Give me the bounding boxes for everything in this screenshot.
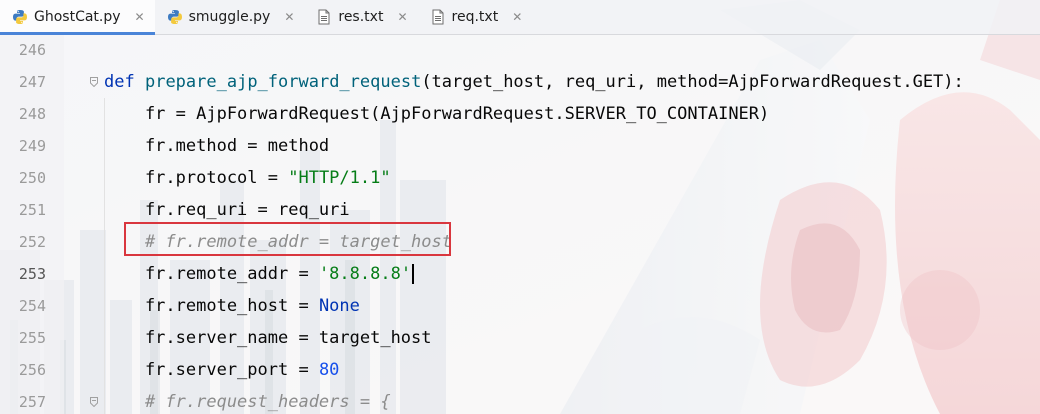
tab-label: GhostCat.py xyxy=(34,9,121,25)
line-number: 251 xyxy=(18,201,46,219)
tab-req-txt[interactable]: req.txt ✕ xyxy=(418,0,533,34)
line-number: 246 xyxy=(18,41,46,59)
tab-label: req.txt xyxy=(451,9,499,25)
line-number: 253 xyxy=(18,265,46,283)
line-number: 256 xyxy=(18,361,46,379)
code-line-257[interactable]: 257 # fr.request_headers = { xyxy=(0,386,1040,414)
line-number: 249 xyxy=(18,137,46,155)
code-line-254[interactable]: 254 fr.remote_host = None xyxy=(0,290,1040,322)
number-token: 80 xyxy=(318,360,340,380)
line-number: 250 xyxy=(18,169,46,187)
code-text: fr.remote_host = None xyxy=(104,290,360,322)
code-token: fr.protocol = xyxy=(104,168,289,188)
tab-ghostcat-py[interactable]: GhostCat.py ✕ xyxy=(0,0,155,35)
function-name-token: prepare_ajp_forward_request xyxy=(144,72,422,92)
code-line-253[interactable]: 253 fr.remote_addr = '8.8.8.8' xyxy=(0,258,1040,290)
comment-text: # fr.request_headers = { xyxy=(104,392,391,412)
line-number: 247 xyxy=(18,73,46,91)
tab-res-txt[interactable]: res.txt ✕ xyxy=(304,0,417,34)
tab-label: smuggle.py xyxy=(188,9,271,25)
code-token: (target_host, req_uri, method=AjpForward… xyxy=(421,72,964,92)
line-number: 254 xyxy=(18,297,46,315)
code-line-248[interactable]: 248 fr = AjpForwardRequest(AjpForwardReq… xyxy=(0,98,1040,130)
code-text: fr.server_port = 80 xyxy=(104,354,339,386)
code-line-255[interactable]: 255 fr.server_name = target_host xyxy=(0,322,1040,354)
line-number: 252 xyxy=(18,233,46,251)
close-icon[interactable]: ✕ xyxy=(397,10,407,24)
keyword-token: def xyxy=(104,72,135,92)
line-number: 248 xyxy=(18,105,46,123)
code-token: fr.remote_host = xyxy=(104,296,319,316)
code-token: fr.server_port = xyxy=(104,360,319,380)
code-line-249[interactable]: 249 fr.method = method xyxy=(0,130,1040,162)
tab-smuggle-py[interactable]: smuggle.py ✕ xyxy=(155,0,305,34)
code-token: fr.remote_addr = xyxy=(104,264,319,284)
fold-collapse-icon[interactable] xyxy=(90,77,98,87)
text-file-icon xyxy=(432,9,444,25)
code-text: fr.remote_addr = '8.8.8.8' xyxy=(104,258,415,290)
line-number: 255 xyxy=(18,329,46,347)
editor-tab-bar: GhostCat.py ✕ smuggle.py ✕ res.txt ✕ req… xyxy=(0,0,1040,35)
python-file-icon xyxy=(167,10,182,24)
code-line-256[interactable]: 256 fr.server_port = 80 xyxy=(0,354,1040,386)
python-file-icon xyxy=(13,10,27,24)
fold-collapse-icon[interactable] xyxy=(90,397,98,407)
code-text: fr.server_name = target_host xyxy=(104,328,432,348)
close-icon[interactable]: ✕ xyxy=(512,10,522,24)
code-line-247[interactable]: 247 def prepare_ajp_forward_request(targ… xyxy=(0,66,1040,98)
text-caret xyxy=(412,264,415,284)
ide-window: GhostCat.py ✕ smuggle.py ✕ res.txt ✕ req… xyxy=(0,0,1040,414)
code-text: def prepare_ajp_forward_request(target_h… xyxy=(104,66,964,98)
code-line-250[interactable]: 250 fr.protocol = "HTTP/1.1" xyxy=(0,162,1040,194)
code-text: fr = AjpForwardRequest(AjpForwardRequest… xyxy=(104,104,770,124)
tab-label: res.txt xyxy=(338,9,384,25)
annotation-highlight-box xyxy=(124,222,451,256)
text-file-icon xyxy=(318,9,330,25)
code-line-246[interactable]: 246 xyxy=(0,34,1040,66)
close-icon[interactable]: ✕ xyxy=(284,10,294,24)
code-text: fr.method = method xyxy=(104,136,330,156)
line-number: 257 xyxy=(18,393,46,411)
string-token: '8.8.8.8' xyxy=(318,264,412,284)
keyword-token: None xyxy=(318,296,360,316)
code-text: fr.protocol = "HTTP/1.1" xyxy=(104,162,391,194)
close-icon[interactable]: ✕ xyxy=(135,10,145,24)
string-token: "HTTP/1.1" xyxy=(288,168,391,188)
